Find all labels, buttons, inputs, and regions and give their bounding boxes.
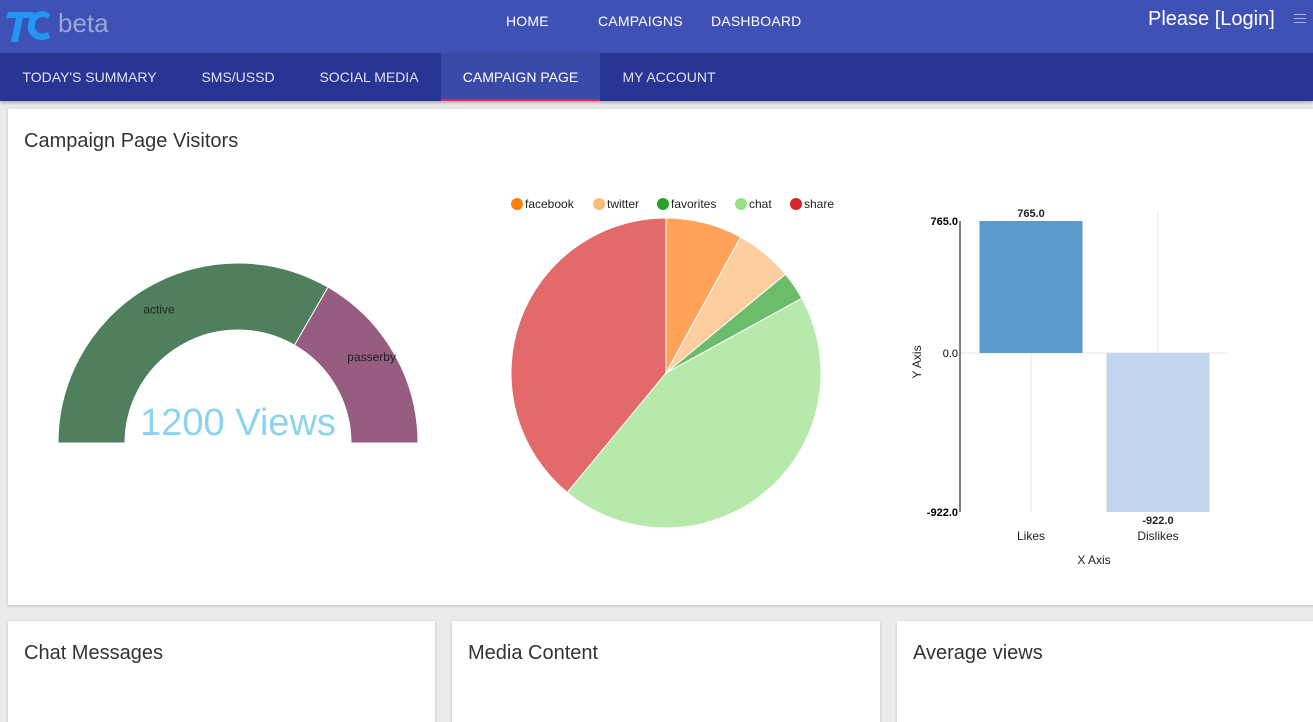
tab-social-media[interactable]: SOCIAL MEDIA <box>297 53 441 101</box>
tab-my-account[interactable]: MY ACCOUNT <box>600 53 738 101</box>
legend-label-facebook[interactable]: facebook <box>525 197 575 211</box>
bar-x-tick: Dislikes <box>1137 529 1178 543</box>
bar-value-label: 765.0 <box>1017 208 1045 220</box>
bar-value-label: -922.0 <box>1142 515 1173 527</box>
chat-messages-card: Chat Messages <box>8 621 435 722</box>
gauge-label-passerby: passerby <box>347 350 396 364</box>
chat-messages-title: Chat Messages <box>24 642 163 664</box>
bar-y-tick: 0.0 <box>943 348 958 360</box>
legend-label-chat[interactable]: chat <box>749 197 772 211</box>
top-app-bar: beta HOME CAMPAIGNS DASHBOARD Please [Lo… <box>0 0 1313 53</box>
legend-label-share[interactable]: share <box>804 197 834 211</box>
bar-likes[interactable] <box>979 221 1083 353</box>
campaign-visitors-card: Campaign Page Visitors active passerby 120… <box>8 109 1313 605</box>
nav-dashboard-link[interactable]: DASHBOARD <box>711 13 801 29</box>
login-link[interactable]: Please [Login] <box>1148 8 1275 31</box>
average-views-card: Average views <box>897 621 1313 722</box>
gauge-center-label: 1200 Views <box>140 402 336 444</box>
likes-bar-chart: 765.0 0.0 -922.0 765.0 Likes -922.0 Dislikes X … <box>910 208 1228 567</box>
legend-label-favorites[interactable]: favorites <box>671 197 716 211</box>
legend-swatch-favorites[interactable] <box>657 198 669 210</box>
source-pie-chart: facebook twitter favorites chat share <box>510 197 834 529</box>
media-content-card: Media Content <box>452 621 880 722</box>
gauge-chart: active passerby 1200 Views <box>57 262 419 444</box>
nav-campaigns-link[interactable]: CAMPAIGNS <box>598 13 683 29</box>
nav-home-link[interactable]: HOME <box>506 13 549 29</box>
bar-x-axis-label: X Axis <box>1077 553 1110 567</box>
media-content-title: Media Content <box>468 642 599 664</box>
logo-beta-text: beta <box>58 8 109 38</box>
bar-y-tick: -922.0 <box>927 507 958 519</box>
legend-swatch-facebook[interactable] <box>511 198 523 210</box>
tab-todays-summary[interactable]: TODAY'S SUMMARY <box>0 53 179 101</box>
legend-swatch-share[interactable] <box>790 198 802 210</box>
legend-swatch-chat[interactable] <box>735 198 747 210</box>
hamburger-icon[interactable] <box>1294 14 1306 28</box>
bar-y-tick: 765.0 <box>930 216 958 228</box>
tab-bar: TODAY'S SUMMARY SMS/USSD SOCIAL MEDIA CA… <box>0 53 1313 101</box>
bar-x-tick: Likes <box>1017 529 1045 543</box>
gauge-label-active: active <box>143 302 175 316</box>
legend-swatch-twitter[interactable] <box>593 198 605 210</box>
average-views-title: Average views <box>913 642 1043 664</box>
bar-dislikes[interactable] <box>1106 352 1210 512</box>
tab-sms-ussd[interactable]: SMS/USSD <box>179 53 297 101</box>
bar-y-axis-label: Y Axis <box>910 345 924 378</box>
tab-campaign-page[interactable]: CAMPAIGN PAGE <box>441 53 600 101</box>
legend-label-twitter[interactable]: twitter <box>607 197 639 211</box>
visitors-charts-canvas: active passerby 1200 Views facebook twitter… <box>57 197 1228 567</box>
